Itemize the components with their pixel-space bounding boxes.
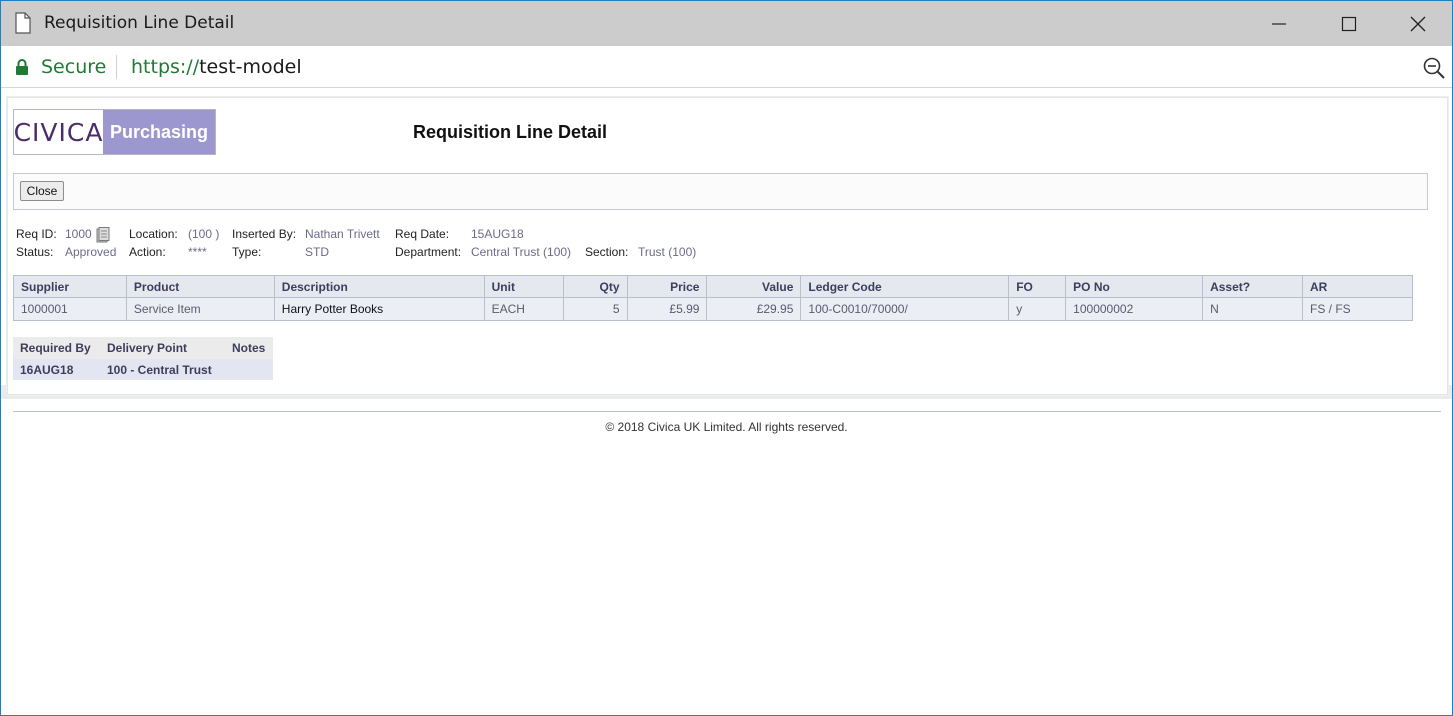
cell-delivery-point: 100 - Central Trust	[100, 359, 225, 380]
footer-copyright: © 2018 Civica UK Limited. All rights res…	[605, 420, 848, 434]
department-value: Central Trust (100)	[471, 245, 572, 259]
page-content: CIVICA Purchasing Requisition Line Detai…	[1, 89, 1452, 715]
table-row: 16AUG18 100 - Central Trust	[13, 359, 273, 380]
zoom-icon[interactable]	[1422, 56, 1446, 80]
lock-icon	[16, 59, 28, 75]
req-id-label: Req ID:	[16, 227, 57, 241]
title-bar: Requisition Line Detail	[1, 1, 1452, 46]
location-value: (100 )	[188, 227, 220, 241]
table-row: 1000001 Service Item Harry Potter Books …	[13, 297, 1413, 321]
department-label: Department:	[395, 245, 462, 259]
col-header-description: Description	[273, 275, 485, 298]
cell-required-by: 16AUG18	[13, 359, 100, 380]
type-label: Type:	[232, 245, 262, 259]
col-header-supplier: Supplier	[13, 275, 127, 298]
url-scheme: https://	[131, 56, 200, 78]
close-window-button[interactable]	[1383, 1, 1453, 46]
status-value: Approved	[65, 245, 117, 259]
status-label: Status:	[16, 245, 54, 259]
maximize-icon	[1341, 16, 1357, 31]
cell-asset: N	[1202, 297, 1304, 321]
col-header-unit: Unit	[483, 275, 564, 298]
col-header-asset: Asset?	[1202, 275, 1304, 298]
document-icon	[15, 12, 31, 34]
req-id-value: 1000	[65, 227, 92, 241]
secure-label: Secure	[41, 56, 107, 78]
col-header-delivery-point: Delivery Point	[100, 337, 225, 359]
minimize-icon	[1272, 22, 1286, 25]
col-header-price: Price	[626, 275, 708, 298]
col-header-required-by: Required By	[13, 337, 100, 359]
cell-price: £5.99	[626, 297, 708, 321]
table-header-row: Supplier Product Description Unit Qty Pr…	[13, 275, 1413, 298]
close-button[interactable]: Close	[20, 181, 64, 201]
delivery-table: Required By Delivery Point Notes 16AUG18…	[13, 337, 273, 380]
cell-value: £29.95	[706, 297, 802, 321]
cell-ledger-code: 100-C0010/70000/	[800, 297, 1010, 321]
section-value: Trust (100)	[638, 245, 697, 259]
col-header-qty: Qty	[562, 275, 628, 298]
cell-supplier: 1000001	[13, 297, 127, 321]
cell-notes	[225, 359, 273, 380]
maximize-button[interactable]	[1314, 1, 1384, 46]
address-bar[interactable]: Secure https://test-model	[1, 46, 1452, 88]
requisition-lines-table: Supplier Product Description Unit Qty Pr…	[13, 275, 1413, 321]
col-header-value: Value	[706, 275, 802, 298]
req-date-value: 15AUG18	[471, 227, 524, 241]
col-header-product: Product	[125, 275, 275, 298]
url-host: test-model	[199, 56, 302, 78]
action-label: Action:	[129, 245, 166, 259]
page-title: Requisition Line Detail	[413, 122, 608, 142]
footer-divider	[13, 411, 1441, 412]
window-title: Requisition Line Detail	[44, 13, 235, 33]
cell-product: Service Item	[125, 297, 275, 321]
close-icon	[1410, 16, 1426, 31]
cell-description: Harry Potter Books	[273, 297, 485, 321]
col-header-ar: AR	[1302, 275, 1413, 298]
minimize-button[interactable]	[1244, 1, 1314, 46]
cell-po-no: 100000002	[1065, 297, 1204, 321]
cell-qty: 5	[562, 297, 628, 321]
action-value: ****	[188, 245, 207, 259]
delivery-header-row: Required By Delivery Point Notes	[13, 337, 273, 359]
civica-purchasing-logo: CIVICA Purchasing	[13, 109, 216, 155]
toolbar: Close	[13, 173, 1428, 210]
url-text[interactable]: https://test-model	[131, 56, 302, 78]
col-header-ledger-code: Ledger Code	[800, 275, 1010, 298]
browser-window: Requisition Line Detail Secure https://t…	[0, 0, 1453, 716]
purchasing-logo-text: Purchasing	[103, 110, 215, 154]
cell-unit: EACH	[483, 297, 564, 321]
civica-logo-text: CIVICA	[14, 110, 103, 154]
col-header-notes: Notes	[225, 337, 273, 359]
col-header-fo: FO	[1008, 275, 1067, 298]
col-header-po-no: PO No	[1065, 275, 1204, 298]
req-date-label: Req Date:	[395, 227, 450, 241]
cell-ar: FS / FS	[1302, 297, 1413, 321]
inserted-by-label: Inserted By:	[232, 227, 297, 241]
inserted-by-value: Nathan Trivett	[305, 227, 380, 241]
cell-fo: y	[1008, 297, 1067, 321]
location-label: Location:	[129, 227, 178, 241]
document-view-icon[interactable]	[96, 227, 110, 243]
address-separator	[116, 55, 117, 79]
type-value: STD	[305, 245, 329, 259]
section-label: Section:	[585, 245, 629, 259]
